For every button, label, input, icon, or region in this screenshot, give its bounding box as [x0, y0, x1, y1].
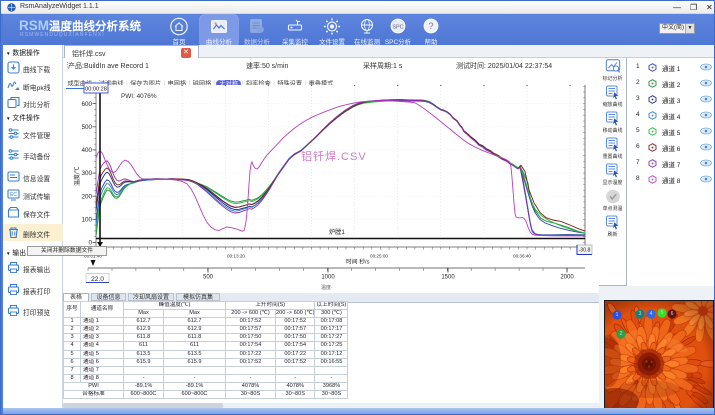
svg-text:400: 400	[81, 147, 92, 154]
svg-text:00:13:20: 00:13:20	[227, 254, 245, 259]
svg-text:600: 600	[81, 101, 92, 108]
svg-text:500: 500	[81, 124, 92, 131]
svg-text:100: 100	[81, 217, 92, 224]
svg-text:1500: 1500	[441, 275, 455, 281]
svg-text:00:36:40: 00:36:40	[513, 254, 531, 259]
svg-text:500: 500	[203, 275, 214, 281]
svg-text:1000: 1000	[321, 275, 335, 281]
svg-text:2: 2	[620, 331, 623, 337]
svg-text:温度/℃: 温度/℃	[73, 166, 81, 186]
svg-text:炉膛1: 炉膛1	[329, 228, 345, 236]
svg-text:PWI: 4076%: PWI: 4076%	[121, 93, 157, 100]
svg-text:EC: EC	[10, 192, 17, 198]
svg-text:温度·: 温度·	[321, 284, 333, 291]
svg-text:00:00:28: 00:00:28	[85, 87, 107, 93]
svg-text:1: 1	[616, 312, 619, 318]
svg-text:200: 200	[81, 193, 92, 200]
svg-text:5: 5	[661, 310, 664, 316]
svg-text:铝钎焊.CSV: 铝钎焊.CSV	[301, 149, 367, 163]
svg-text:4: 4	[650, 311, 653, 317]
svg-text:300: 300	[81, 170, 92, 177]
svg-text:00:25:00: 00:25:00	[370, 254, 388, 259]
svg-text:22.0: 22.0	[91, 276, 104, 283]
svg-text:2000: 2000	[560, 275, 574, 281]
svg-text:-30.8: -30.8	[579, 248, 591, 254]
svg-text:3: 3	[639, 311, 642, 317]
svg-text:6: 6	[671, 311, 674, 317]
svg-text:SPC: SPC	[392, 25, 403, 31]
svg-text:?: ?	[428, 21, 433, 31]
svg-text:时间 秒/s: 时间 秒/s	[346, 258, 370, 266]
